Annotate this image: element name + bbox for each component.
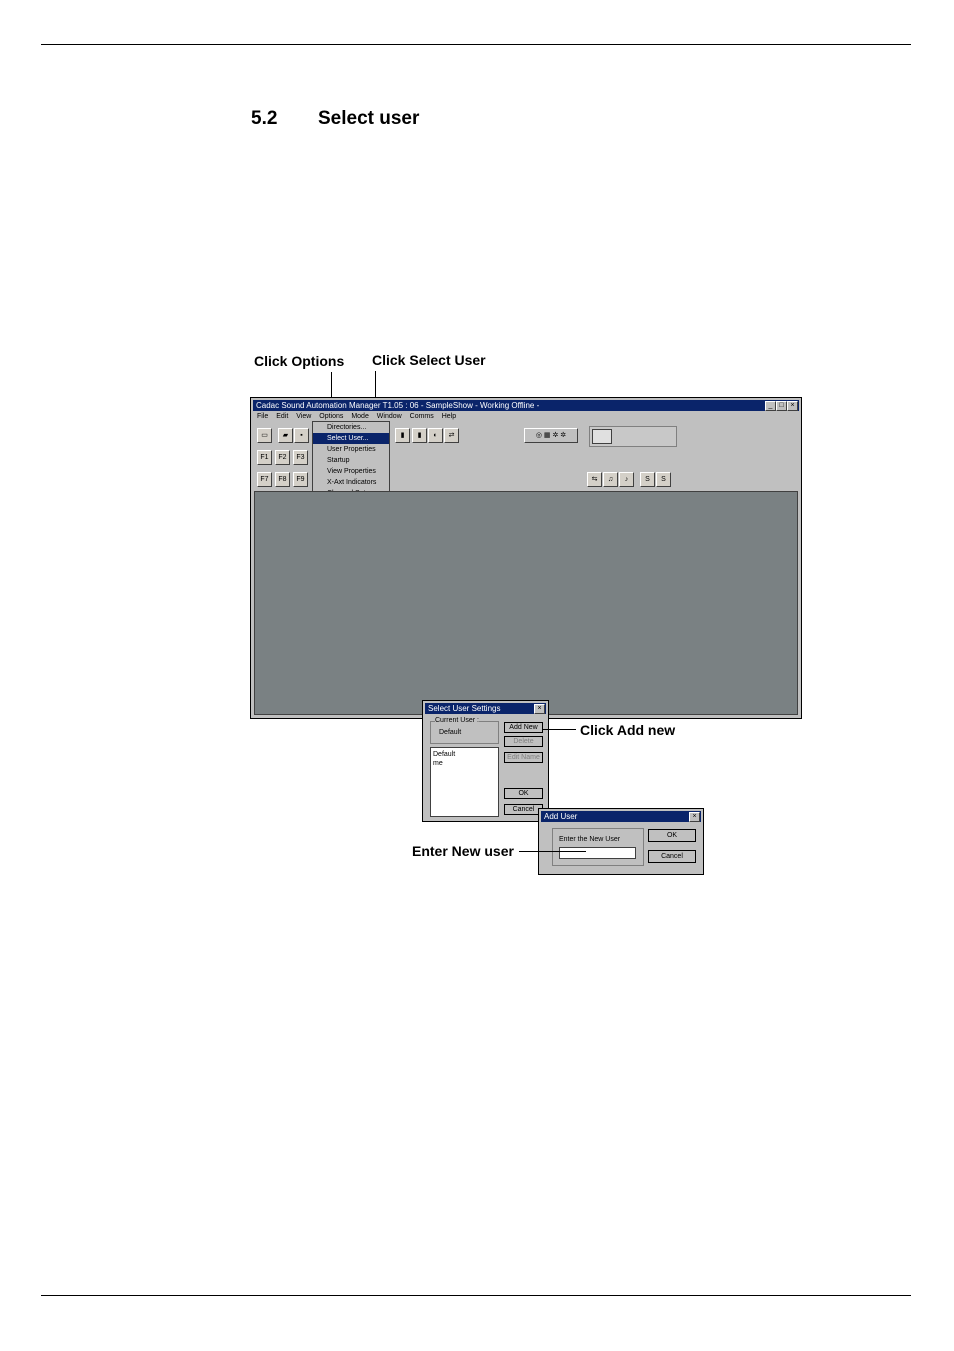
add-user-title: Add User — [544, 812, 578, 821]
current-user-group: Current User : Default — [430, 717, 499, 744]
callout-enter-new-user: Enter New user — [412, 843, 514, 859]
callout-line-enter-new-user — [519, 851, 586, 852]
menu-item-startup[interactable]: Startup — [313, 455, 389, 466]
user-list[interactable]: Default me — [430, 747, 499, 817]
workspace-area — [254, 491, 798, 715]
record-icon[interactable]: F7 — [257, 472, 272, 487]
new-user-prompt: Enter the New User — [559, 836, 621, 843]
callout-line-add-new — [543, 729, 576, 730]
toolbar-tool-4-icon[interactable]: ⇄ — [444, 428, 459, 443]
section-title: Select user — [318, 108, 420, 129]
toolbar-tool-3-icon[interactable]: ◐ — [428, 428, 443, 443]
callout-click-options: Click Options — [254, 353, 345, 369]
add-user-cancel-button[interactable]: Cancel — [648, 850, 696, 863]
main-window: Cadac Sound Automation Manager T1.05 : 0… — [250, 397, 802, 719]
select-user-titlebar: Select User Settings × — [425, 703, 546, 714]
select-user-title: Select User Settings — [428, 704, 501, 713]
main-window-title: Cadac Sound Automation Manager T1.05 : 0… — [256, 401, 540, 410]
music-settings-icon[interactable]: ♪ — [619, 472, 634, 487]
menu-item-x-axt-indicators[interactable]: X-Axt Indicators — [313, 477, 389, 488]
cue-icon[interactable]: ⇆ — [587, 472, 602, 487]
position-slider[interactable] — [589, 426, 677, 447]
mode-icons-group[interactable]: ◎ ▦ ✲ ✲ — [524, 428, 578, 443]
new-file-icon[interactable]: ▭ — [257, 428, 272, 443]
f9-key-icon[interactable]: F9 — [293, 472, 308, 487]
open-folder-icon[interactable]: ▰ — [278, 428, 293, 443]
section-number: 5.2 — [251, 108, 278, 129]
delete-button[interactable]: Delete — [504, 736, 543, 747]
callout-click-add-new: Click Add new — [580, 722, 676, 738]
add-new-button[interactable]: Add New — [504, 722, 543, 733]
menu-item-directories[interactable]: Directories... — [313, 422, 389, 433]
f2-key-icon[interactable]: F2 — [275, 450, 290, 465]
ok-button[interactable]: OK — [504, 788, 543, 799]
slider-thumb[interactable] — [592, 429, 612, 444]
add-user-close-icon[interactable]: × — [689, 812, 700, 822]
main-window-titlebar: Cadac Sound Automation Manager T1.05 : 0… — [253, 400, 799, 411]
menu-comms[interactable]: Comms — [410, 413, 434, 420]
add-user-titlebar: Add User × — [541, 811, 701, 822]
menu-options[interactable]: Options — [319, 413, 343, 420]
seq-list-icon[interactable]: S — [640, 472, 655, 487]
toolbar-tool-1-icon[interactable]: ▮ — [395, 428, 410, 443]
select-user-dialog: Select User Settings × Current User : De… — [422, 700, 549, 822]
maximize-icon[interactable]: □ — [776, 401, 787, 411]
f8-key-icon[interactable]: F8 — [275, 472, 290, 487]
menu-mode[interactable]: Mode — [351, 413, 369, 420]
current-user-value: Default — [439, 729, 462, 736]
seq-ctrl-icon[interactable]: S — [656, 472, 671, 487]
bottom-rule — [41, 1295, 911, 1296]
top-rule — [41, 44, 911, 45]
dialog-close-icon[interactable]: × — [534, 704, 545, 714]
close-icon[interactable]: × — [787, 401, 798, 411]
music-note-icon[interactable]: ♫ — [603, 472, 618, 487]
toolbar-tool-2-icon[interactable]: ▮ — [412, 428, 427, 443]
menu-item-user-properties[interactable]: User Properties — [313, 444, 389, 455]
user-list-item[interactable]: Default — [433, 750, 496, 759]
current-user-label: Current User : — [435, 717, 479, 724]
new-user-input[interactable] — [559, 847, 636, 859]
menu-view[interactable]: View — [296, 413, 311, 420]
menu-file[interactable]: File — [257, 413, 268, 420]
user-list-item[interactable]: me — [433, 759, 496, 768]
minimize-icon[interactable]: _ — [765, 401, 776, 411]
menu-help[interactable]: Help — [442, 413, 456, 420]
callout-click-select-user: Click Select User — [372, 352, 486, 368]
menu-item-view-properties[interactable]: View Properties — [313, 466, 389, 477]
menu-window[interactable]: Window — [377, 413, 402, 420]
menu-item-select-user[interactable]: Select User... — [313, 433, 389, 444]
menu-edit[interactable]: Edit — [276, 413, 288, 420]
add-user-ok-button[interactable]: OK — [648, 829, 696, 842]
f1-key-icon[interactable]: F1 — [257, 450, 272, 465]
save-icon[interactable]: ▪ — [294, 428, 309, 443]
f3-key-icon[interactable]: F3 — [293, 450, 308, 465]
add-user-dialog: Add User × Enter the New User OK Cancel — [538, 808, 704, 875]
edit-name-button[interactable]: Edit Name — [504, 752, 543, 763]
